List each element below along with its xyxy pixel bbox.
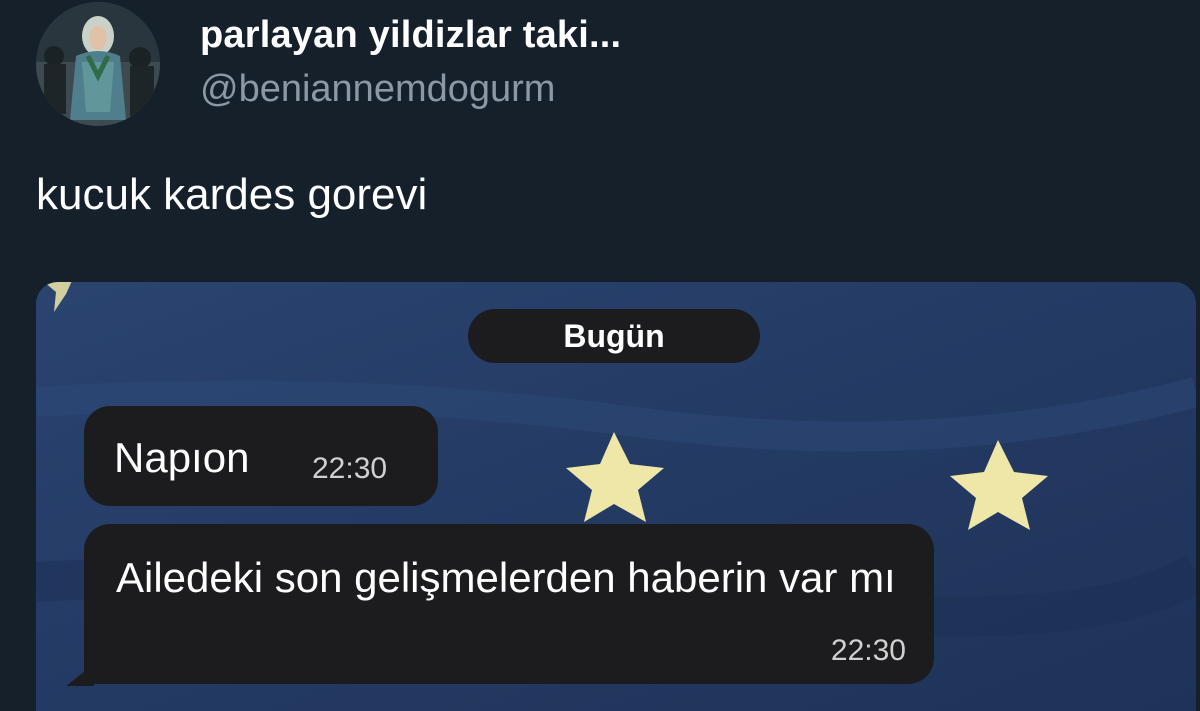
date-divider: Bugün xyxy=(468,309,760,363)
display-name[interactable]: parlayan yildizlar taki... xyxy=(200,14,621,57)
tweet-text: kucuk kardes gorevi xyxy=(36,170,428,219)
tweet: parlayan yildizlar taki... @beniannemdog… xyxy=(0,0,1200,711)
message-bubble[interactable]: Ailedeki son gelişmelerden haberin var m… xyxy=(84,524,934,684)
tweet-media[interactable]: Bugün Napıon 22:30 Ailedeki son gelişmel… xyxy=(36,282,1196,711)
message-text: Ailedeki son gelişmelerden haberin var m… xyxy=(116,554,896,601)
avatar-photo xyxy=(36,2,160,126)
message-text: Napıon xyxy=(114,434,250,481)
user-handle[interactable]: @beniannemdogurm xyxy=(200,68,555,111)
avatar[interactable] xyxy=(36,2,160,126)
message-time: 22:30 xyxy=(830,634,906,667)
message-bubble[interactable]: Napıon 22:30 xyxy=(84,406,438,506)
message-time: 22:30 xyxy=(312,452,388,485)
